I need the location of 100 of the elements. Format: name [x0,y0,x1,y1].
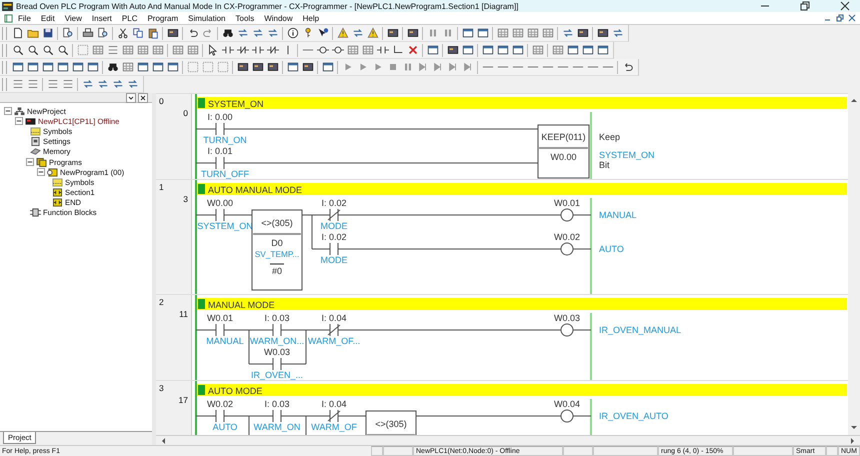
binoculars-icon[interactable] [222,27,234,39]
window-icon[interactable] [482,44,494,56]
coil-icon[interactable] [560,410,574,422]
window-icon[interactable] [476,27,488,39]
menu-item[interactable]: Window [264,14,293,22]
dropdown-icon[interactable] [126,92,136,102]
step-icon[interactable] [446,61,458,73]
arrows-icon[interactable] [126,78,138,90]
contact-icon[interactable] [216,122,224,136]
binoculars-icon[interactable] [106,61,118,73]
window-icon[interactable] [56,61,68,73]
table-icon[interactable] [152,44,164,56]
table-icon[interactable] [542,27,554,39]
search-icon[interactable] [42,44,54,56]
window-icon[interactable] [86,61,98,73]
nc-contact-icon[interactable] [266,44,278,56]
page-magnifier-icon[interactable] [96,27,108,39]
collapse-icon[interactable] [26,158,34,166]
warning-icon[interactable] [336,27,348,39]
scissors-icon[interactable] [116,27,128,39]
contact-icon[interactable] [376,44,388,56]
window-icon[interactable] [596,44,608,56]
arrows-icon[interactable] [96,78,108,90]
list-icon[interactable] [46,78,58,90]
printer-icon[interactable] [82,27,94,39]
window-icon[interactable] [136,61,148,73]
device-icon[interactable] [446,44,458,56]
nc-contact-icon[interactable] [236,44,248,56]
close-icon[interactable] [840,1,850,11]
search-icon[interactable] [56,44,68,56]
page-icon[interactable] [12,27,24,39]
table-icon[interactable] [496,27,508,39]
contact-icon[interactable] [216,410,224,422]
device-icon[interactable] [386,27,398,39]
table-icon[interactable] [186,44,198,56]
help-icon[interactable] [316,27,328,39]
contact-icon[interactable] [252,44,264,56]
window-icon[interactable] [566,44,578,56]
window-icon[interactable] [322,61,334,73]
contact-icon[interactable] [216,156,224,170]
contact-icon[interactable] [222,44,234,56]
collapse-icon[interactable] [37,168,45,176]
restore-icon[interactable] [836,14,844,22]
menu-item[interactable]: File [18,14,31,22]
contact-icon[interactable] [272,358,282,370]
step-icon[interactable] [416,61,428,73]
table-icon[interactable] [136,44,148,56]
table-icon[interactable] [122,61,134,73]
table-icon[interactable] [532,44,544,56]
close-icon[interactable] [138,92,148,102]
window-icon[interactable] [12,61,24,73]
contact-icon[interactable] [330,242,338,256]
table-icon[interactable] [346,44,358,56]
menu-item[interactable]: View [64,14,82,22]
list-icon[interactable] [106,44,118,56]
arrows-icon[interactable] [266,27,278,39]
info-icon[interactable] [286,27,298,39]
grid-icon[interactable] [202,61,214,73]
nc-contact-icon[interactable] [328,324,340,336]
device-icon[interactable] [166,27,178,39]
arrow-down-icon[interactable] [850,424,858,432]
menu-item[interactable]: Program [147,14,178,22]
page-magnifier-icon[interactable] [62,27,74,39]
device-icon[interactable] [576,27,588,39]
coil-icon[interactable] [560,242,574,256]
nc-contact-icon[interactable] [328,410,340,422]
menu-item[interactable]: Help [302,14,320,22]
device-icon[interactable] [252,61,264,73]
coil-icon[interactable] [332,44,344,56]
clipboard-icon[interactable] [146,27,158,39]
table-icon[interactable] [512,27,524,39]
device-icon[interactable] [596,27,608,39]
instruction-block[interactable] [366,410,416,435]
instruction-block[interactable] [252,210,302,290]
window-icon[interactable] [496,44,508,56]
close-icon[interactable] [848,14,856,22]
horizontal-scrollbar[interactable] [156,435,860,445]
window-icon[interactable] [26,61,38,73]
window-icon[interactable] [42,61,54,73]
arrows-icon[interactable] [82,78,94,90]
window-icon[interactable] [582,44,594,56]
device-icon[interactable] [236,61,248,73]
coil-icon[interactable] [560,324,574,336]
device-icon[interactable] [302,61,314,73]
list-icon[interactable] [26,78,38,90]
table-icon[interactable] [362,44,374,56]
step-icon[interactable] [432,61,444,73]
copy-icon[interactable] [132,27,144,39]
list-icon[interactable] [62,78,74,90]
grid-icon[interactable] [216,61,228,73]
arrows-icon[interactable] [236,27,248,39]
arrows-icon[interactable] [612,27,624,39]
contact-icon[interactable] [272,410,282,422]
menu-item[interactable]: Insert [92,14,112,22]
arrows-icon[interactable] [112,78,124,90]
table-icon[interactable] [172,44,184,56]
vertical-scrollbar[interactable] [848,93,860,435]
arrows-icon[interactable] [252,27,264,39]
menu-item[interactable]: PLC [122,14,138,22]
coil-icon[interactable] [560,208,574,222]
